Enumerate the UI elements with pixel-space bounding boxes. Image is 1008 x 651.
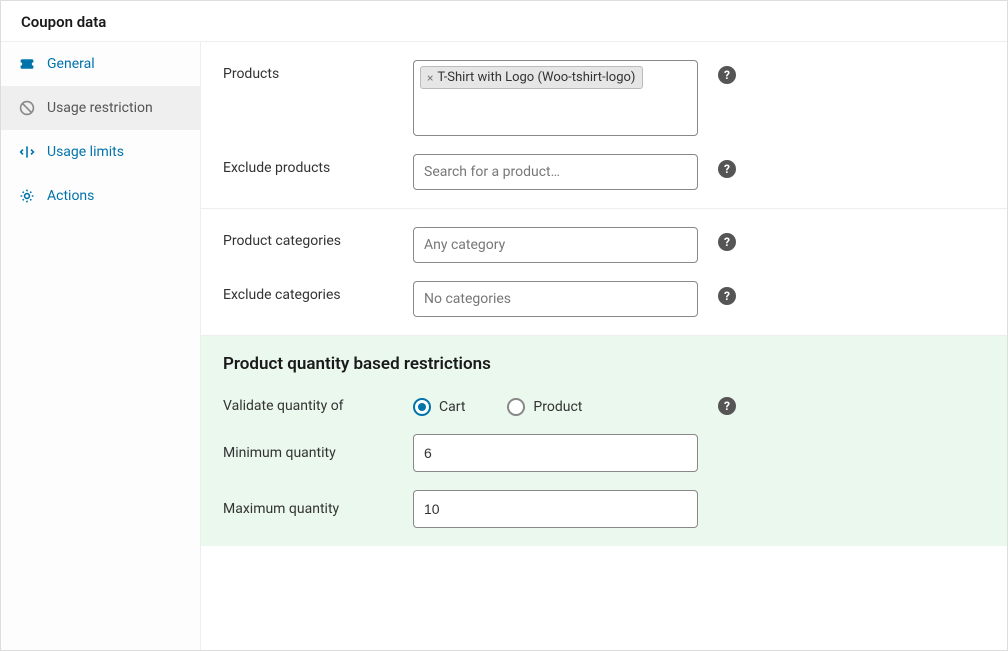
max-quantity-input[interactable] — [413, 490, 698, 528]
help-icon[interactable]: ? — [718, 287, 736, 305]
exclude-products-select[interactable]: Search for a product… — [413, 154, 698, 190]
min-quantity-input[interactable] — [413, 434, 698, 472]
sidebar-item-label: General — [47, 56, 95, 72]
section-categories: Product categories Any category ? Exclud… — [201, 209, 1007, 336]
exclude-products-placeholder: Search for a product… — [420, 160, 564, 184]
help-icon[interactable]: ? — [718, 233, 736, 251]
label-validate-quantity: Validate quantity of — [223, 398, 393, 414]
row-exclude-categories: Exclude categories No categories ? — [223, 281, 985, 317]
sidebar-item-general[interactable]: General — [1, 42, 200, 86]
ban-icon — [19, 100, 35, 116]
radio-icon — [413, 398, 431, 416]
product-categories-select[interactable]: Any category — [413, 227, 698, 263]
panel-title: Coupon data — [1, 1, 1007, 42]
sidebar-item-usage-restriction[interactable]: Usage restriction — [1, 86, 200, 130]
exclude-categories-placeholder: No categories — [420, 287, 515, 311]
help-icon[interactable]: ? — [718, 66, 736, 84]
qty-heading: Product quantity based restrictions — [223, 354, 985, 374]
remove-tag-icon[interactable]: × — [425, 71, 435, 85]
section-quantity-restrictions: Product quantity based restrictions Vali… — [201, 336, 1007, 546]
sidebar-item-usage-limits[interactable]: Usage limits — [1, 130, 200, 174]
radio-label: Cart — [439, 399, 465, 415]
label-exclude-products: Exclude products — [223, 154, 393, 176]
radio-label: Product — [533, 399, 582, 415]
coupon-data-panel: Coupon data General Usage restriction Us… — [0, 0, 1008, 651]
product-categories-placeholder: Any category — [420, 233, 509, 257]
sidebar: General Usage restriction Usage limits A… — [1, 42, 201, 650]
row-max-quantity: Maximum quantity — [223, 490, 985, 528]
panel-body: General Usage restriction Usage limits A… — [1, 42, 1007, 650]
limits-icon — [19, 144, 35, 160]
row-exclude-products: Exclude products Search for a product… ? — [223, 154, 985, 190]
row-products: Products × T-Shirt with Logo (Woo-tshirt… — [223, 60, 985, 136]
help-icon[interactable]: ? — [718, 160, 736, 178]
radio-icon — [507, 398, 525, 416]
product-tag: × T-Shirt with Logo (Woo-tshirt-logo) — [420, 66, 643, 89]
ticket-icon — [19, 56, 35, 72]
content: Products × T-Shirt with Logo (Woo-tshirt… — [201, 42, 1007, 650]
help-icon[interactable]: ? — [718, 397, 736, 415]
row-product-categories: Product categories Any category ? — [223, 227, 985, 263]
section-products: Products × T-Shirt with Logo (Woo-tshirt… — [201, 42, 1007, 209]
sidebar-item-label: Actions — [47, 188, 94, 204]
sidebar-item-label: Usage limits — [47, 144, 124, 160]
sidebar-item-label: Usage restriction — [47, 100, 153, 116]
products-select[interactable]: × T-Shirt with Logo (Woo-tshirt-logo) — [413, 60, 698, 136]
row-min-quantity: Minimum quantity — [223, 434, 985, 472]
radio-option-product[interactable]: Product — [507, 398, 582, 416]
label-products: Products — [223, 60, 393, 82]
gear-icon — [19, 188, 35, 204]
sidebar-item-actions[interactable]: Actions — [1, 174, 200, 218]
label-product-categories: Product categories — [223, 227, 393, 249]
label-min-quantity: Minimum quantity — [223, 445, 393, 461]
label-exclude-categories: Exclude categories — [223, 281, 393, 303]
validate-quantity-radio-group: Cart Product — [413, 396, 698, 416]
product-tag-label: T-Shirt with Logo (Woo-tshirt-logo) — [437, 70, 635, 85]
row-validate-quantity: Validate quantity of Cart Product ? — [223, 396, 985, 416]
radio-option-cart[interactable]: Cart — [413, 398, 465, 416]
exclude-categories-select[interactable]: No categories — [413, 281, 698, 317]
label-max-quantity: Maximum quantity — [223, 501, 393, 517]
